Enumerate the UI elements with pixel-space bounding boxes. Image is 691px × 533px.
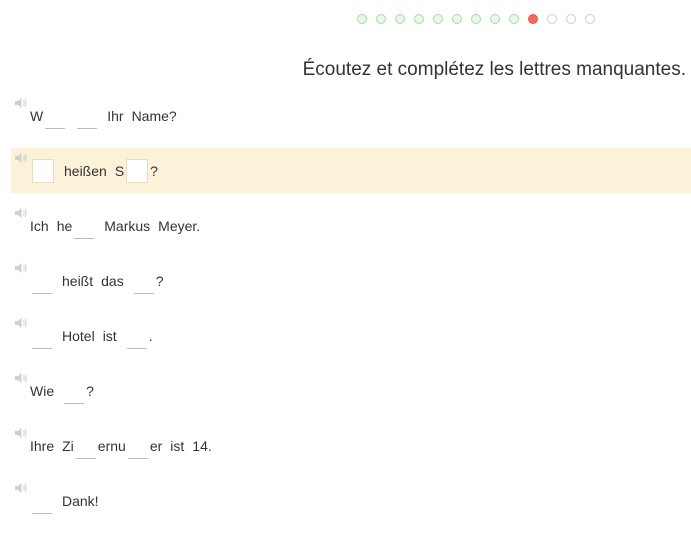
letter-blank-input[interactable]: [45, 109, 66, 129]
exercise-list: W Ihr Name? heißen S? Ich he Markus Meyer. heißt d…: [11, 93, 691, 533]
word-text: er: [149, 437, 163, 454]
letter-blank-input[interactable]: [126, 329, 147, 349]
progress-dot-1[interactable]: [357, 14, 367, 24]
sentence-row: Ich he Markus Meyer.: [11, 203, 691, 248]
word-text: Ihr: [107, 107, 124, 124]
progress-dot-12[interactable]: [566, 14, 576, 24]
word-text: S: [114, 162, 125, 179]
word-text: he: [56, 217, 73, 234]
letter-blank-input[interactable]: [75, 439, 96, 459]
word-text: heißen: [64, 162, 107, 179]
progress-dot-5[interactable]: [433, 14, 443, 24]
speaker-icon[interactable]: [14, 151, 28, 163]
sentence-row: heißen S?: [11, 148, 691, 193]
word-text: W: [30, 107, 44, 124]
instruction-text: Écoutez et complétez les lettres manquan…: [302, 59, 686, 80]
progress-dot-13[interactable]: [585, 14, 595, 24]
word-text: ?: [86, 382, 94, 399]
progress-dot-3[interactable]: [395, 14, 405, 24]
progress-indicator: [357, 14, 595, 24]
word-text: ?: [155, 272, 164, 289]
word-text: Meyer.: [158, 217, 201, 234]
progress-dot-10[interactable]: [528, 14, 538, 24]
speaker-icon[interactable]: [14, 206, 28, 218]
progress-dot-11[interactable]: [547, 14, 557, 24]
letter-blank-input[interactable]: [64, 384, 85, 404]
word-text: Dank!: [62, 492, 99, 509]
word-text: Ihre: [30, 437, 55, 454]
speaker-icon[interactable]: [14, 261, 28, 273]
letter-blank-input[interactable]: [32, 274, 52, 294]
word-text: 14.: [192, 437, 212, 454]
sentence-line: heißt das?: [30, 258, 164, 303]
sentence-line: Ihre Zi ernu er ist 14.: [30, 423, 212, 468]
progress-dot-9[interactable]: [509, 14, 519, 24]
word-text: Ich: [30, 217, 49, 234]
letter-blank-input[interactable]: [126, 158, 149, 183]
letter-blank-input[interactable]: [133, 274, 154, 294]
sentence-line: Hotel ist.: [30, 313, 153, 358]
letter-blank-input[interactable]: [127, 439, 148, 459]
word-text: Hotel: [62, 327, 95, 344]
word-text: ernu: [97, 437, 126, 454]
sentence-row: Dank!: [11, 478, 691, 523]
letter-blank-input[interactable]: [74, 219, 95, 239]
word-text: ist: [102, 327, 117, 344]
letter-blank-input[interactable]: [32, 329, 52, 349]
sentence-row: Ihre Zi ernu er ist 14.: [11, 423, 691, 468]
speaker-icon[interactable]: [14, 96, 28, 108]
speaker-icon[interactable]: [14, 426, 28, 438]
word-text: heißt: [62, 272, 94, 289]
sentence-line: heißen S?: [30, 148, 158, 193]
progress-dot-8[interactable]: [490, 14, 500, 24]
sentence-row: Wie?: [11, 368, 691, 413]
speaker-icon[interactable]: [14, 371, 28, 383]
word-text: Zi: [62, 437, 74, 454]
sentence-row: W Ihr Name?: [11, 93, 691, 138]
speaker-icon[interactable]: [14, 481, 28, 493]
letter-blank-input[interactable]: [32, 494, 52, 514]
sentence-line: W Ihr Name?: [30, 93, 177, 138]
word-text: das: [101, 272, 124, 289]
progress-dot-4[interactable]: [414, 14, 424, 24]
word-text: Name?: [131, 107, 177, 124]
sentence-line: Wie?: [30, 368, 94, 413]
sentence-line: Ich he Markus Meyer.: [30, 203, 200, 248]
sentence-row: Hotel ist.: [11, 313, 691, 358]
letter-blank-input[interactable]: [32, 158, 54, 183]
letter-blank-input[interactable]: [77, 109, 98, 129]
progress-dot-6[interactable]: [452, 14, 462, 24]
sentence-line: Dank!: [30, 478, 99, 523]
sentence-row: heißt das?: [11, 258, 691, 303]
word-text: Markus: [104, 217, 151, 234]
progress-dot-2[interactable]: [376, 14, 386, 24]
word-text: .: [148, 327, 153, 344]
progress-dot-7[interactable]: [471, 14, 481, 24]
word-text: ?: [150, 162, 158, 179]
speaker-icon[interactable]: [14, 316, 28, 328]
word-text: ist: [170, 437, 185, 454]
word-text: Wie: [30, 382, 55, 399]
